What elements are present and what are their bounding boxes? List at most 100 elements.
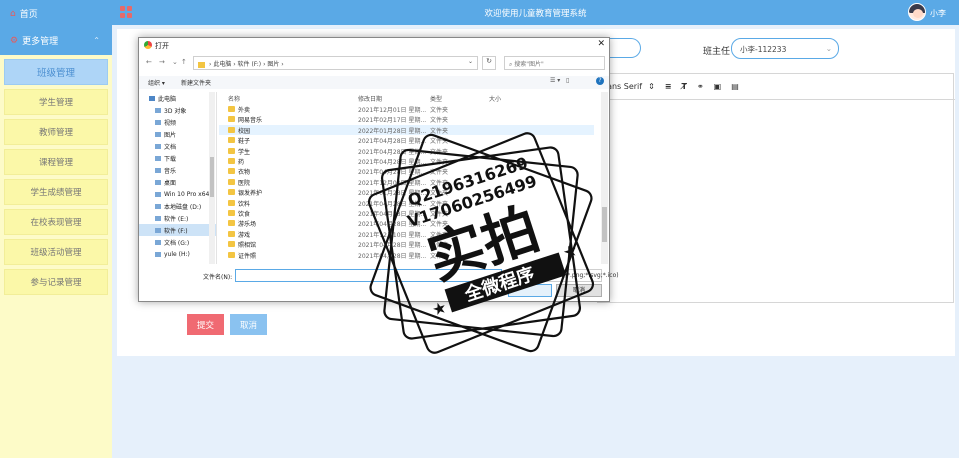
search-input[interactable]: ⌕ 搜索"图片": [504, 56, 605, 70]
col-name[interactable]: 名称: [228, 94, 240, 103]
image-icon[interactable]: ▣: [714, 82, 722, 91]
file-name: 医院: [238, 179, 251, 187]
filetype-select[interactable]: (*.gif;*.jpg;*.jpeg;*.png;*.svg;*.ico): [508, 269, 619, 282]
tree-item-label: 下载: [164, 155, 177, 163]
avatar[interactable]: [908, 3, 926, 21]
sidebar-item[interactable]: 班级管理: [4, 59, 108, 85]
sidebar-item[interactable]: 教师管理: [4, 119, 108, 145]
tree-item[interactable]: 软件 (F:): [139, 224, 216, 236]
file-date: 2021年04月28日 星期...: [358, 138, 427, 146]
file-type: 文件夹: [430, 107, 449, 114]
file-row[interactable]: 网易音乐 2021年02月17日 星期... 文件夹: [219, 114, 594, 124]
file-type: 文件夹: [430, 148, 449, 156]
file-row[interactable]: 医院 2021年12月02日 星期... 文件夹: [219, 177, 594, 187]
col-type[interactable]: 类型: [430, 94, 442, 103]
open-button[interactable]: [508, 284, 552, 297]
sidebar-item[interactable]: 参与记录管理: [4, 269, 108, 295]
file-row[interactable]: 鞋子 2021年04月28日 星期... 文件夹: [219, 135, 594, 145]
file-row[interactable]: 游乐场 2021年04月28日 星期... 文件夹: [219, 218, 594, 228]
file-name: 校园: [238, 127, 251, 135]
rich-text-editor[interactable]: Sans Serif ⇕ ≡ T̸ ⚭ ▣ ▤: [597, 73, 955, 303]
tree-item[interactable]: Win 10 Pro x64: [139, 188, 216, 200]
help-icon[interactable]: ?: [596, 77, 604, 85]
tree-item[interactable]: 桌面: [139, 176, 216, 188]
tree-item[interactable]: 软件 (E:): [139, 212, 216, 224]
address-bar[interactable]: › 此电脑 › 软件 (F:) › 图片 › ⌄: [193, 56, 478, 70]
align-icon[interactable]: ≡: [665, 82, 672, 91]
sidebar-item[interactable]: 课程管理: [4, 149, 108, 175]
crumb-1[interactable]: 软件 (F:): [238, 61, 262, 68]
submit-button[interactable]: 提交: [187, 314, 224, 335]
file-name: 学生: [238, 148, 251, 156]
tree-item-label: yule (H:): [164, 250, 190, 258]
organize-button[interactable]: 组织 ▾: [148, 78, 165, 87]
file-name: 药: [238, 159, 245, 166]
view-options-icon[interactable]: ☰ ▾ ▯: [550, 77, 569, 84]
chevron-down-icon[interactable]: ⌄: [172, 58, 178, 66]
user-name[interactable]: 小李: [930, 8, 946, 19]
refresh-icon[interactable]: ↻: [482, 56, 496, 70]
crumb-0[interactable]: 此电脑: [213, 61, 231, 68]
cancel-button[interactable]: 取消: [230, 314, 267, 335]
file-type: 文件夹: [430, 117, 449, 125]
tree-scrollbar[interactable]: [209, 92, 215, 264]
crumb-2[interactable]: 图片: [267, 61, 279, 68]
top-bar: 欢迎使用儿童教育管理系统 小李: [112, 0, 959, 25]
forward-arrow-icon[interactable]: →: [159, 58, 165, 66]
folder-icon: [228, 126, 235, 133]
col-size[interactable]: 大小: [489, 94, 501, 103]
file-row[interactable]: 学生 2021年04月28日 星期... 文件夹: [219, 146, 594, 156]
file-name: 鞋子: [238, 138, 251, 146]
tree-item-label: 此电脑: [158, 95, 177, 103]
dialog-cancel-button[interactable]: 取消: [556, 284, 602, 297]
file-date: 2021年12月02日 星期...: [358, 179, 427, 187]
sidebar-item[interactable]: 学生成绩管理: [4, 179, 108, 205]
tree-item[interactable]: 图片: [139, 128, 216, 140]
chevron-down-icon[interactable]: ⌄: [468, 58, 473, 65]
drive-icon: [149, 95, 155, 101]
sidebar-home[interactable]: ⌂ 首页: [0, 0, 112, 27]
folder-icon: [228, 251, 235, 258]
tree-item[interactable]: 3D 对象: [139, 104, 216, 116]
tree-item-label: 音乐: [164, 167, 177, 175]
filename-input[interactable]: [235, 269, 502, 282]
folder-icon: [228, 168, 235, 175]
drive-icon: [155, 143, 161, 149]
sidebar-item[interactable]: 班级活动管理: [4, 239, 108, 265]
file-row[interactable]: 游戏 2021年12月10日 星期... 文件夹: [219, 229, 594, 239]
tree-item[interactable]: 本地磁盘 (D:): [139, 200, 216, 212]
up-arrow-icon[interactable]: ↑: [181, 58, 187, 66]
file-row[interactable]: 银发养护 2021年01月28日 星期... 文件夹: [219, 187, 594, 197]
close-icon[interactable]: ✕: [597, 39, 605, 49]
font-dropdown-icon[interactable]: ⇕: [648, 82, 655, 91]
sidebar-item[interactable]: 学生管理: [4, 89, 108, 115]
tree-item[interactable]: 视频: [139, 116, 216, 128]
video-icon[interactable]: ▤: [731, 82, 739, 91]
file-row[interactable]: 外卖 2021年12月01日 星期... 文件夹: [219, 104, 594, 114]
teacher-select[interactable]: 小李-112233 ⌄: [731, 38, 839, 59]
link-icon[interactable]: ⚭: [697, 82, 704, 91]
col-date[interactable]: 修改日期: [358, 94, 382, 103]
sidebar-more[interactable]: ⚙ 更多管理 ⌃: [0, 27, 112, 54]
file-row[interactable]: 校园 2022年01月28日 星期... 文件夹: [219, 124, 594, 136]
tree-item[interactable]: 此电脑: [139, 92, 216, 104]
file-row[interactable]: 照相馆 2021年04月28日 星期... 文件夹: [219, 239, 594, 249]
back-arrow-icon[interactable]: ←: [146, 58, 152, 66]
file-row[interactable]: 证件照 2021年04月28日 星期... 文件夹: [219, 250, 594, 260]
tree-item[interactable]: 音乐: [139, 164, 216, 176]
tree-item[interactable]: 下载: [139, 152, 216, 164]
file-row[interactable]: 饮料 2021年04月28日 星期... 文件夹: [219, 198, 594, 208]
file-list-scrollbar[interactable]: [601, 92, 608, 264]
new-folder-button[interactable]: 新建文件夹: [181, 78, 211, 87]
clear-format-icon[interactable]: T̸: [682, 82, 687, 91]
tree-item[interactable]: yule (H:): [139, 248, 216, 260]
file-type: 文件夹: [430, 221, 449, 229]
sidebar-item[interactable]: 在校表现管理: [4, 209, 108, 235]
tree-item[interactable]: 文档: [139, 140, 216, 152]
file-row[interactable]: 饮食 2021年04月28日 星期... 文件夹: [219, 208, 594, 218]
file-row[interactable]: 药 2021年04月28日 星期... 文件夹: [219, 156, 594, 166]
search-placeholder: 搜索"图片": [514, 61, 544, 68]
file-name: 网易音乐: [238, 117, 263, 125]
file-row[interactable]: 衣物 2021年04月28日 星期... 文件夹: [219, 166, 594, 176]
tree-item[interactable]: 文档 (G:): [139, 236, 216, 248]
